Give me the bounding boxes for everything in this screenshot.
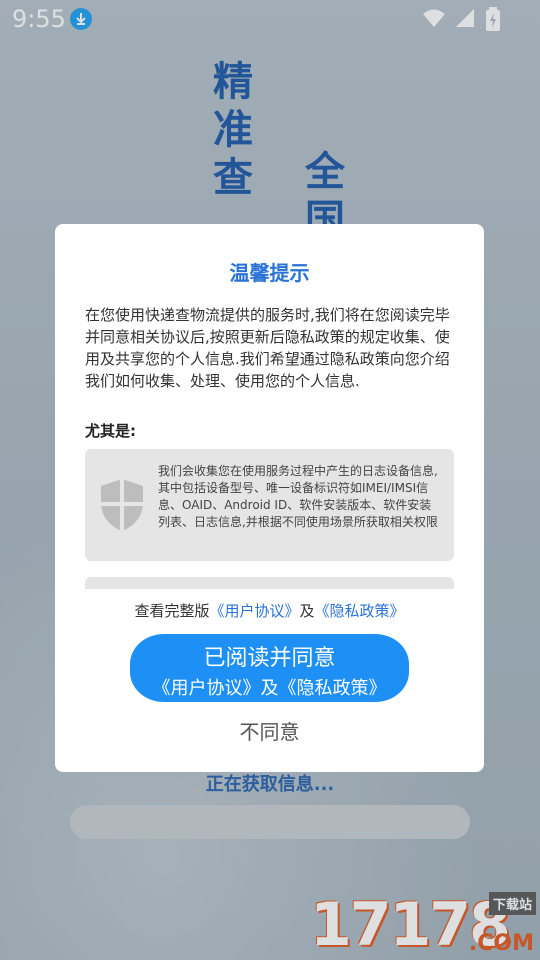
links-and: 及 bbox=[299, 602, 315, 620]
agree-button-sublabel: 《用户协议》及《隐私政策》 bbox=[152, 678, 387, 699]
permissions-scroll-list[interactable]: 我们会收集您在使用服务过程中产生的日志设备信息,其中包括设备型号、唯一设备标识符… bbox=[85, 449, 454, 589]
agreement-links-row: 查看完整版《用户协议》及《隐私政策》 bbox=[55, 600, 484, 621]
permission-card-text: 我们会收集您在使用服务过程中产生的日志设备信息,其中包括设备型号、唯一设备标识符… bbox=[158, 464, 438, 529]
permission-card: 我们会收集您在使用服务过程中产生的日志设备信息,其中包括设备型号、唯一设备标识符… bbox=[85, 449, 454, 561]
agree-button[interactable]: 已阅读并同意 《用户协议》及《隐私政策》 bbox=[130, 634, 409, 702]
links-prefix: 查看完整版 bbox=[134, 602, 210, 620]
privacy-dialog: 温馨提示 在您使用快递查物流提供的服务时,我们将在您阅读完毕并同意相关协议后,按… bbox=[55, 224, 484, 772]
dialog-body-text: 在您使用快递查物流提供的服务时,我们将在您阅读完毕并同意相关协议后,按照更新后隐… bbox=[85, 306, 450, 390]
privacy-policy-link[interactable]: 《隐私政策》 bbox=[315, 602, 405, 620]
permission-card bbox=[85, 577, 454, 589]
agree-button-label: 已阅读并同意 bbox=[203, 646, 336, 671]
user-agreement-link[interactable]: 《用户协议》 bbox=[209, 602, 299, 620]
shield-icon bbox=[99, 477, 145, 533]
dialog-title: 温馨提示 bbox=[229, 261, 310, 285]
especially-label: 尤其是: bbox=[85, 422, 136, 440]
disagree-button[interactable]: 不同意 bbox=[55, 716, 484, 745]
